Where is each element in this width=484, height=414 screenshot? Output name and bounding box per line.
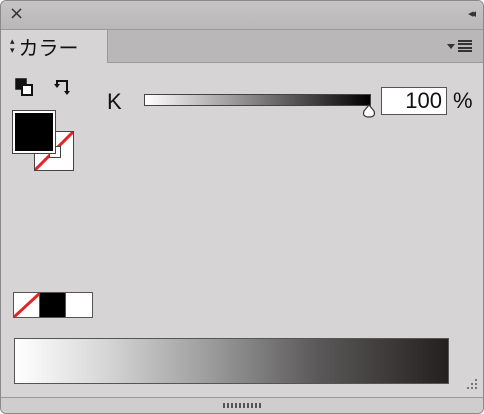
percent-unit: % — [453, 88, 473, 113]
tab-row: ▴ ▾ カラー — [1, 30, 483, 63]
color-spectrum-ramp[interactable] — [14, 338, 449, 384]
bottom-resize-bar[interactable] — [1, 397, 483, 413]
tab-label: カラー — [18, 36, 79, 60]
panel-titlebar[interactable]: × ◂◂ — [1, 1, 483, 30]
quick-swatches — [13, 292, 93, 318]
color-panel: × ◂◂ ▴ ▾ カラー K 100 % — [0, 0, 484, 414]
menu-triangle-icon — [447, 43, 455, 49]
panel-menu-icon[interactable] — [447, 38, 473, 54]
fill-swatch[interactable] — [12, 110, 56, 154]
tab-color[interactable]: ▴ ▾ カラー — [1, 30, 108, 63]
up-down-arrows-icon[interactable]: ▴ ▾ — [10, 37, 15, 56]
swatch-none[interactable] — [14, 293, 40, 317]
default-fill-stroke-icon[interactable] — [14, 77, 36, 97]
collapse-panel-icon[interactable]: ◂◂ — [468, 7, 476, 20]
k-value-field[interactable]: 100 — [381, 87, 447, 115]
swap-fill-stroke-icon[interactable] — [53, 77, 75, 97]
resize-grip-icon[interactable] — [459, 371, 479, 391]
no-color-slash-icon — [14, 293, 39, 317]
k-slider-track[interactable] — [144, 94, 371, 106]
menu-lines-icon — [458, 40, 472, 52]
swatch-black[interactable] — [40, 293, 66, 317]
grip-dots-icon — [223, 403, 261, 408]
close-icon[interactable]: × — [9, 4, 24, 24]
slider-handle-icon[interactable] — [361, 104, 377, 118]
swatch-white[interactable] — [66, 293, 92, 317]
k-channel-label: K — [107, 89, 122, 114]
